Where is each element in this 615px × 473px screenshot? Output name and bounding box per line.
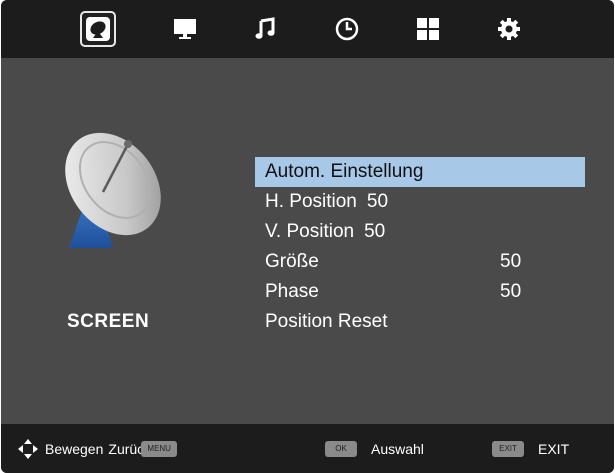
- menu-item-label: Größe: [265, 251, 319, 272]
- tab-settings[interactable]: [491, 11, 527, 47]
- menu-item-label: Phase: [265, 281, 319, 302]
- exit-label: EXIT: [538, 440, 570, 457]
- menu-item-label: V. Position: [265, 221, 355, 242]
- menu-item-phase[interactable]: Phase 50: [255, 277, 585, 307]
- tab-setup[interactable]: [410, 11, 446, 47]
- tab-picture[interactable]: [80, 11, 116, 47]
- osd-menu: SCREEN Autom. Einstellung H. Position 50 …: [1, 0, 614, 473]
- tab-time[interactable]: [329, 11, 365, 47]
- menu-item-value: 50: [500, 281, 522, 302]
- move-label: Bewegen: [45, 440, 104, 457]
- satellite-dish-icon: [65, 132, 161, 248]
- clock-icon: [335, 17, 359, 41]
- footer-help-bar: Bewegen Zurüc MENU OK Auswahl EXIT EXIT: [1, 424, 614, 473]
- footer-move-back: Bewegen Zurüc MENU: [17, 424, 178, 473]
- footer-select: OK Auswahl: [325, 424, 424, 473]
- tab-screen[interactable]: [167, 11, 203, 47]
- menu-item-label: Autom. Einstellung: [265, 161, 424, 182]
- menu-item-position-reset[interactable]: Position Reset: [255, 307, 585, 337]
- menu-item-value: 50: [366, 191, 389, 212]
- settings-menu: Autom. Einstellung H. Position 50 V. Posi…: [255, 157, 585, 337]
- footer-exit: EXIT EXIT: [492, 424, 569, 473]
- menu-item-h-position[interactable]: H. Position 50: [255, 187, 585, 217]
- grid-icon: [417, 18, 439, 40]
- menu-item-v-position[interactable]: V. Position 50: [255, 217, 585, 247]
- menu-item-value: 50: [500, 251, 522, 272]
- section-icon: [41, 120, 191, 260]
- exit-key: EXIT: [492, 440, 524, 457]
- ok-key: OK: [325, 440, 357, 457]
- music-note-icon: [255, 17, 275, 39]
- menu-item-label: Position Reset: [265, 311, 388, 332]
- tab-audio[interactable]: [248, 11, 284, 47]
- top-tab-bar: [1, 0, 614, 58]
- section-title: SCREEN: [67, 311, 150, 332]
- monitor-icon: [174, 19, 196, 39]
- menu-item-auto-adjust[interactable]: Autom. Einstellung: [255, 157, 585, 187]
- back-label: Zurüc: [108, 440, 145, 457]
- select-label: Auswahl: [371, 440, 424, 457]
- satellite-dish-icon: [86, 17, 110, 41]
- gear-icon: [498, 18, 520, 40]
- menu-item-size[interactable]: Größe 50: [255, 247, 585, 277]
- menu-item-label: H. Position: [265, 191, 357, 212]
- menu-item-value: 50: [364, 221, 386, 242]
- menu-key: MENU: [141, 440, 178, 457]
- directional-arrows-icon: [18, 438, 38, 459]
